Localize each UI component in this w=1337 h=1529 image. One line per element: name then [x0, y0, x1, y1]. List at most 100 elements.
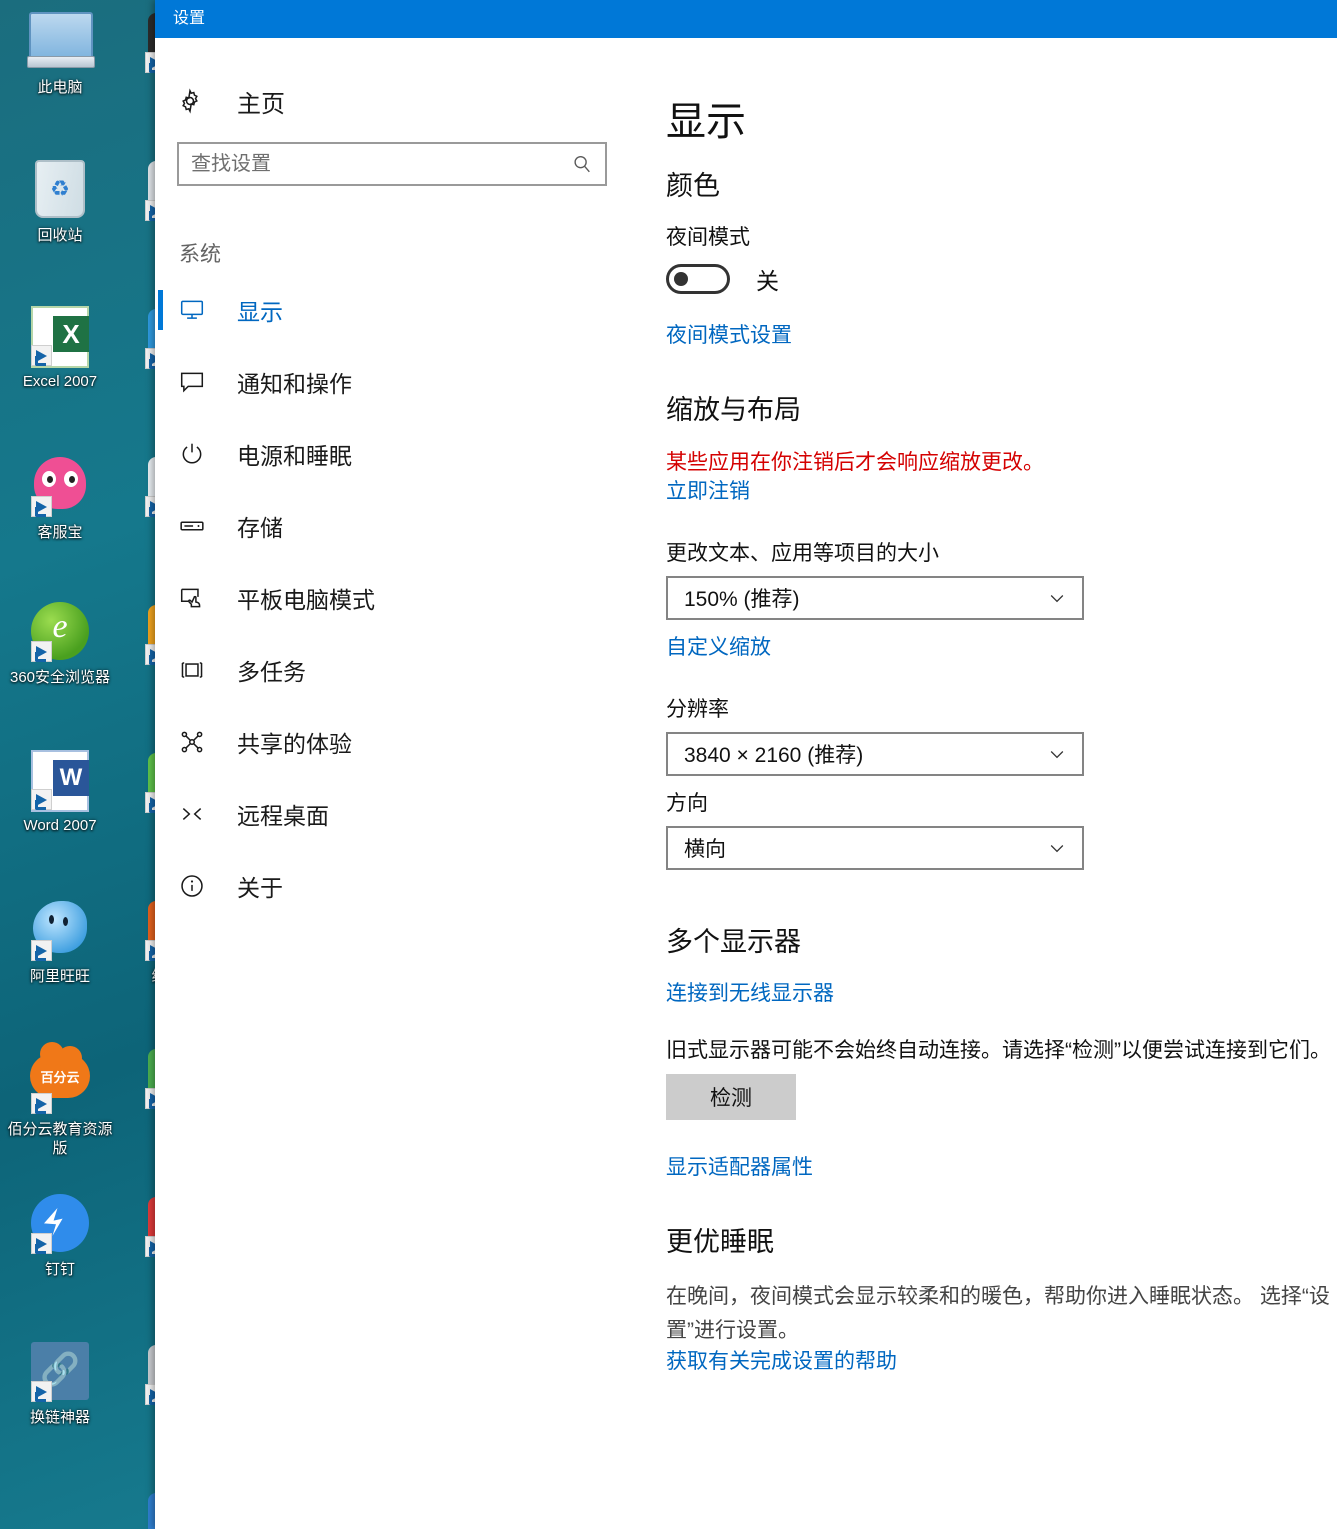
sidebar-group-header: 系统 — [179, 238, 652, 268]
scale-dropdown[interactable]: 150% (推荐) — [666, 576, 1084, 620]
sidebar-nav-list: 显示通知和操作电源和睡眠存储平板电脑模式多任务共享的体验远程桌面关于 — [155, 274, 652, 922]
sidebar-item-2[interactable]: 通知和操作 — [155, 346, 652, 418]
desktop-icon-label: 此电脑 — [4, 78, 116, 97]
info-icon — [179, 873, 219, 899]
desktop-icon-column-1: 此电脑回收站 Excel 2007 客服宝 360安全浏览器 Word 2007 阿里旺旺… — [4, 0, 116, 1480]
search-input[interactable] — [179, 144, 559, 184]
desktop-icon-label: 回收站 — [4, 226, 116, 245]
shortcut-overlay-icon — [31, 496, 52, 517]
scale-label: 更改文本、应用等项目的大小 — [666, 540, 1337, 568]
shortcut-overlay-icon — [31, 345, 52, 366]
resolution-dropdown-value: 3840 × 2160 (推荐) — [684, 739, 1044, 769]
sidebar-item-label: 显示 — [237, 293, 283, 327]
resolution-dropdown[interactable]: 3840 × 2160 (推荐) — [666, 732, 1084, 776]
share-icon — [179, 729, 219, 755]
shortcut-overlay-icon — [31, 940, 52, 961]
shortcut-overlay-icon — [31, 789, 52, 810]
settings-window: 设置 主页 — [155, 0, 1337, 1529]
sidebar: 主页 系统 显示通知和操作电源和睡眠存储平板电脑模式多任务共享的体验远程桌面关于 — [155, 38, 652, 1529]
connect-wireless-display-link[interactable]: 连接到无线显示器 — [666, 980, 834, 1008]
search-box[interactable] — [177, 142, 607, 186]
sidebar-item-label: 关于 — [237, 869, 283, 903]
window-title-bar: 设置 — [155, 0, 1337, 38]
sidebar-item-3[interactable]: 电源和睡眠 — [155, 418, 652, 490]
desktop-icon[interactable]: 客服宝 — [4, 444, 116, 592]
sidebar-item-home[interactable]: 主页 — [155, 74, 652, 128]
color-section-heading: 颜色 — [666, 170, 1337, 202]
shortcut-overlay-icon — [31, 641, 52, 662]
sidebar-item-6[interactable]: 多任务 — [155, 634, 652, 706]
shortcut-overlay-icon — [31, 1381, 52, 1402]
resolution-label: 分辨率 — [666, 696, 1337, 724]
power-icon — [179, 441, 219, 467]
sidebar-item-label: 电源和睡眠 — [237, 437, 352, 471]
sleep-section-heading: 更优睡眠 — [666, 1226, 1337, 1258]
desktop-icon-label: 换链神器 — [4, 1408, 116, 1427]
desktop-icon[interactable]: 360安全浏览器 — [4, 592, 116, 740]
sidebar-item-1[interactable]: 显示 — [155, 274, 652, 346]
desktop-icon[interactable]: 钉钉 — [4, 1184, 116, 1332]
night-light-toggle[interactable] — [666, 264, 730, 294]
orientation-label: 方向 — [666, 790, 1337, 818]
orientation-dropdown[interactable]: 横向 — [666, 826, 1084, 870]
desktop-icon-label: 钉钉 — [4, 1260, 116, 1279]
monitor-icon — [179, 297, 219, 323]
dingtalk-icon — [29, 1194, 91, 1256]
desktop-icon[interactable]: 此电脑 — [4, 0, 116, 148]
sleep-section-description: 在晚间，夜间模式会显示较柔和的暖色，帮助你进入睡眠状态。 选择“设置”进行设置。 — [666, 1280, 1337, 1348]
sign-out-now-link[interactable]: 立即注销 — [666, 478, 750, 506]
night-light-settings-link[interactable]: 夜间模式设置 — [666, 322, 792, 350]
excel-icon — [29, 306, 91, 368]
chevron-down-icon — [1044, 744, 1070, 764]
desktop-icon-label: Excel 2007 — [4, 372, 116, 391]
sidebar-item-label: 存储 — [237, 509, 283, 543]
remote-desktop-icon — [179, 801, 219, 827]
sidebar-item-label: 远程桌面 — [237, 797, 329, 831]
screen: 此电脑回收站 Excel 2007 客服宝 360安全浏览器 Word 2007 阿里旺旺… — [0, 0, 1337, 1529]
detect-button[interactable]: 检测 — [666, 1074, 796, 1120]
drive-icon — [179, 513, 219, 539]
360-browser-icon — [29, 602, 91, 664]
desktop-icon[interactable]: 回收站 — [4, 148, 116, 296]
sidebar-item-9[interactable]: 关于 — [155, 850, 652, 922]
this-pc-icon — [29, 12, 91, 74]
multi-display-heading: 多个显示器 — [666, 926, 1337, 958]
sidebar-item-label: 通知和操作 — [237, 365, 352, 399]
orientation-dropdown-value: 横向 — [684, 833, 1044, 863]
sidebar-item-7[interactable]: 共享的体验 — [155, 706, 652, 778]
search-icon[interactable] — [559, 153, 605, 175]
desktop-icon-label: Word 2007 — [4, 816, 116, 835]
desktop-icon[interactable]: 阿里旺旺 — [4, 888, 116, 1036]
chevron-down-icon — [1044, 838, 1070, 858]
main-content: 显示 颜色 夜间模式 关 夜间模式设置 缩放与布局 某些应用在你注销后才会响应缩… — [652, 38, 1337, 1529]
desktop-icon[interactable]: Word 2007 — [4, 740, 116, 888]
sleep-help-link[interactable]: 获取有关完成设置的帮助 — [666, 1348, 897, 1376]
night-light-label: 夜间模式 — [666, 224, 1337, 252]
sidebar-item-label: 多任务 — [237, 653, 306, 687]
sidebar-item-8[interactable]: 远程桌面 — [155, 778, 652, 850]
display-adapter-properties-link[interactable]: 显示适配器属性 — [666, 1154, 813, 1182]
sidebar-item-5[interactable]: 平板电脑模式 — [155, 562, 652, 634]
desktop-icon-label: 360安全浏览器 — [4, 668, 116, 687]
desktop-icon[interactable]: 佰分云教育资源版 — [4, 1036, 116, 1184]
speech-bubble-icon — [179, 369, 219, 395]
multi-display-description: 旧式显示器可能不会始终自动连接。请选择“检测”以便尝试连接到它们。 — [666, 1034, 1337, 1068]
desktop-icon-label: 客服宝 — [4, 523, 116, 542]
kefubao-icon — [29, 457, 91, 519]
multitask-icon — [179, 657, 219, 683]
night-light-toggle-row: 关 — [666, 262, 1337, 296]
recycle-bin-icon — [29, 160, 91, 222]
chevron-down-icon — [1044, 588, 1070, 608]
desktop-icon[interactable]: 换链神器 — [4, 1332, 116, 1480]
window-title: 设置 — [173, 8, 205, 30]
night-light-toggle-state: 关 — [756, 262, 779, 296]
tablet-mode-icon — [179, 585, 219, 611]
sidebar-item-4[interactable]: 存储 — [155, 490, 652, 562]
custom-scaling-link[interactable]: 自定义缩放 — [666, 634, 771, 662]
word-icon — [29, 750, 91, 812]
sidebar-home-label: 主页 — [237, 84, 285, 119]
scale-dropdown-value: 150% (推荐) — [684, 583, 1044, 613]
desktop-icon-label: 佰分云教育资源版 — [4, 1120, 116, 1158]
shortcut-overlay-icon — [31, 1093, 52, 1114]
desktop-icon[interactable]: Excel 2007 — [4, 296, 116, 444]
